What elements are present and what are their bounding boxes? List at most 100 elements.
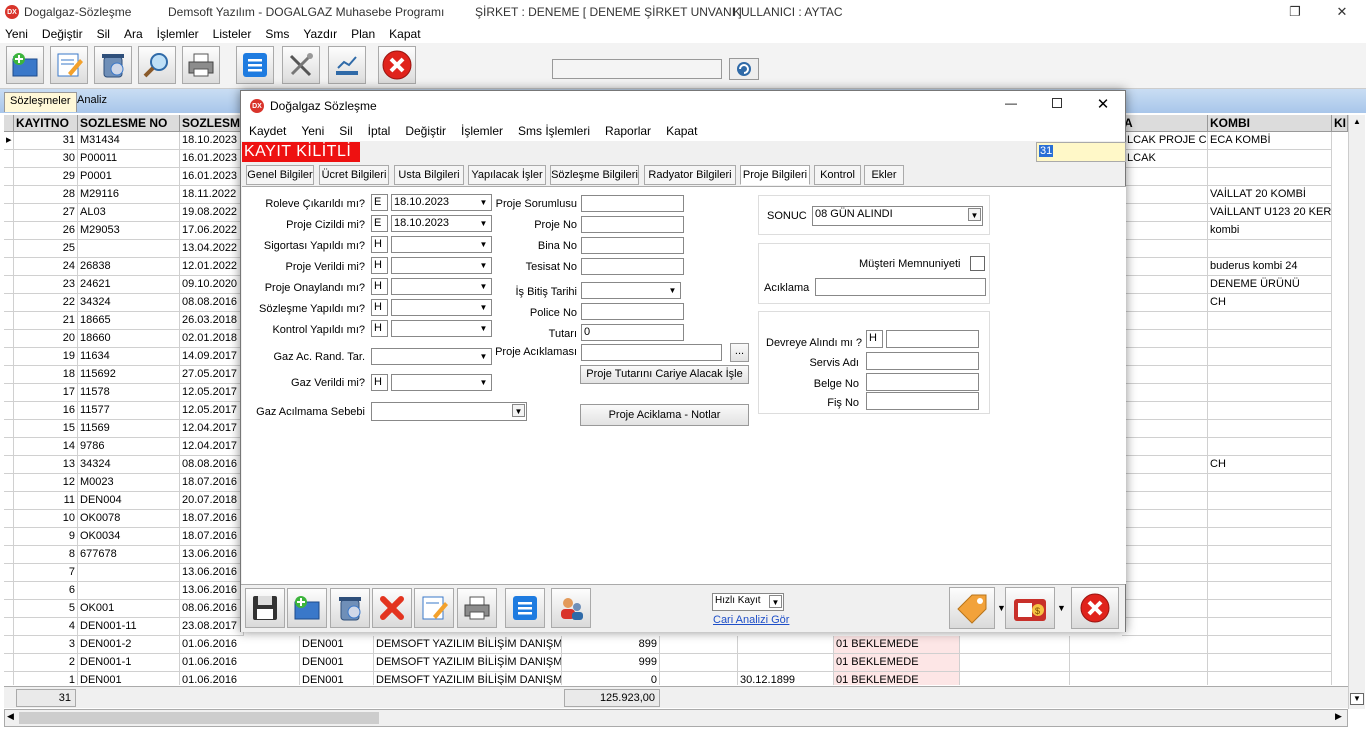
cell-kayitno[interactable]: 12: [14, 474, 78, 492]
cell-sozlesme-no[interactable]: DEN001-2: [78, 636, 180, 654]
cell-kombi[interactable]: [1208, 528, 1332, 546]
dialog-menu-kaydet[interactable]: Kaydet: [249, 124, 286, 138]
cell-kombi[interactable]: [1208, 492, 1332, 510]
delete-button[interactable]: [94, 46, 132, 84]
cell-tutar[interactable]: 0: [562, 672, 660, 685]
cell-kayitno[interactable]: 31: [14, 132, 78, 150]
cell-a[interactable]: [1122, 222, 1208, 240]
tab-proje-bilgileri[interactable]: Proje Bilgileri: [740, 165, 810, 185]
police-input[interactable]: [581, 303, 684, 320]
cell-kombi[interactable]: [1208, 402, 1332, 420]
menu-yeni[interactable]: Yeni: [5, 27, 28, 41]
cell-a[interactable]: [1122, 294, 1208, 312]
gaz-verildi-date[interactable]: ▼: [391, 374, 492, 391]
is-bitis-date[interactable]: ▼: [581, 282, 681, 299]
left-field-flag[interactable]: E: [371, 215, 388, 232]
cell-kombi[interactable]: [1208, 582, 1332, 600]
new-record-button[interactable]: [287, 588, 327, 628]
cell-sozlesme-date[interactable]: 16.01.2023: [180, 150, 244, 168]
tab-ekler[interactable]: Ekler: [864, 165, 904, 185]
cell-kayitno[interactable]: 29: [14, 168, 78, 186]
cell-kayitno[interactable]: 10: [14, 510, 78, 528]
cell-tutar[interactable]: 999: [562, 654, 660, 672]
hizli-kayit-select[interactable]: Hızlı Kayıt ▼: [712, 593, 784, 611]
cell-kayitno[interactable]: 18: [14, 366, 78, 384]
tab-usta-bilgileri[interactable]: Usta Bilgileri: [394, 165, 464, 185]
cell-sozlesme-date[interactable]: 12.04.2017: [180, 438, 244, 456]
cell-kombi[interactable]: [1208, 474, 1332, 492]
left-field-flag[interactable]: H: [371, 320, 388, 337]
cell-a[interactable]: [1122, 474, 1208, 492]
cell-kayitno[interactable]: 9: [14, 528, 78, 546]
cell-a[interactable]: [1122, 312, 1208, 330]
mid-field-input[interactable]: [581, 237, 684, 254]
print-button[interactable]: [182, 46, 220, 84]
belge-no-input[interactable]: [866, 373, 979, 391]
scroll-up-icon[interactable]: ▲: [1350, 117, 1364, 129]
cell-a[interactable]: [1122, 582, 1208, 600]
cell-kombi[interactable]: [1208, 348, 1332, 366]
cell-a[interactable]: [1122, 546, 1208, 564]
tab-genel-bilgiler[interactable]: Genel Bilgiler: [246, 165, 314, 185]
cell-a[interactable]: [1122, 168, 1208, 186]
cell-a[interactable]: [1122, 258, 1208, 276]
dialog-minimize-button[interactable]: —: [999, 96, 1023, 116]
close-window-button[interactable]: ✕: [1322, 2, 1362, 22]
search-button[interactable]: [138, 46, 176, 84]
cell-sozlesme-date[interactable]: 26.03.2018: [180, 312, 244, 330]
servis-adi-input[interactable]: [866, 352, 979, 370]
cell-kayitno[interactable]: 21: [14, 312, 78, 330]
cell-kombi[interactable]: [1208, 618, 1332, 636]
left-field-flag[interactable]: H: [371, 299, 388, 316]
cell-a[interactable]: [1122, 240, 1208, 258]
cell-kayitno[interactable]: 6: [14, 582, 78, 600]
menu-kapat[interactable]: Kapat: [389, 27, 420, 41]
cell-a[interactable]: [1122, 420, 1208, 438]
cell-kayitno[interactable]: 15: [14, 420, 78, 438]
cell-sozlesme-no[interactable]: 26838: [78, 258, 180, 276]
menu-sms[interactable]: Sms: [265, 27, 289, 41]
cell-sozlesme-date[interactable]: 12.05.2017: [180, 384, 244, 402]
cell-sozlesme-no[interactable]: OK0034: [78, 528, 180, 546]
cell-sozlesme-no[interactable]: [78, 564, 180, 582]
column-header-sozlesme[interactable]: SOZLESME: [180, 115, 244, 132]
cell-kombi[interactable]: VAİLLAT 20 KOMBİ: [1208, 186, 1332, 204]
dialog-menu-degistir[interactable]: Değiştir: [405, 124, 446, 138]
cell-kayitno[interactable]: 4: [14, 618, 78, 636]
mid-field-input[interactable]: [581, 258, 684, 275]
cell-kombi[interactable]: VAİLLANT U123 20 KER K: [1208, 204, 1332, 222]
gaz-rand-date[interactable]: ▼: [371, 348, 492, 365]
left-field-date[interactable]: ▼: [391, 278, 492, 295]
tab-radyator-bilgileri[interactable]: Radyator Bilgileri: [644, 165, 736, 185]
cell-a[interactable]: [1122, 402, 1208, 420]
cell-kayitno[interactable]: 16: [14, 402, 78, 420]
scroll-down-icon[interactable]: ▼: [1350, 693, 1364, 705]
cell-sozlesme-no[interactable]: M29116: [78, 186, 180, 204]
cell-kayitno[interactable]: 25: [14, 240, 78, 258]
cell-sozlesme-date[interactable]: 13.06.2016: [180, 546, 244, 564]
print-record-button[interactable]: [457, 588, 497, 628]
menu-islemler[interactable]: İşlemler: [157, 27, 199, 41]
cell-tarih[interactable]: [738, 654, 834, 672]
cell-kombi[interactable]: [1208, 384, 1332, 402]
cell-kayitno[interactable]: 3: [14, 636, 78, 654]
new-button[interactable]: [6, 46, 44, 84]
cell-sozlesme-no[interactable]: P0001: [78, 168, 180, 186]
cell-cari-kodu[interactable]: DEN001: [300, 672, 374, 685]
cash-button[interactable]: $: [1005, 587, 1055, 629]
mid-field-input[interactable]: [581, 195, 684, 212]
cell-kayitno[interactable]: 30: [14, 150, 78, 168]
cell-kayitno[interactable]: 27: [14, 204, 78, 222]
devreye-date[interactable]: [886, 330, 979, 348]
cell-tutar[interactable]: 899: [562, 636, 660, 654]
cell-sozlesme-no[interactable]: 9786: [78, 438, 180, 456]
proje-aciklamasi-input[interactable]: [581, 344, 722, 361]
cell-sozlesme-no[interactable]: 11577: [78, 402, 180, 420]
cell-sozlesme-no[interactable]: P00011: [78, 150, 180, 168]
cari-analiz-link[interactable]: Cari Analizi Gör: [713, 614, 789, 626]
cell-sozlesme-no[interactable]: DEN001-11: [78, 618, 180, 636]
cell-kombi[interactable]: [1208, 564, 1332, 582]
cell-sozlesme-no[interactable]: 115692: [78, 366, 180, 384]
grid-horizontal-scrollbar[interactable]: ◀ ▶: [4, 709, 1348, 727]
cell-kombi[interactable]: [1208, 312, 1332, 330]
